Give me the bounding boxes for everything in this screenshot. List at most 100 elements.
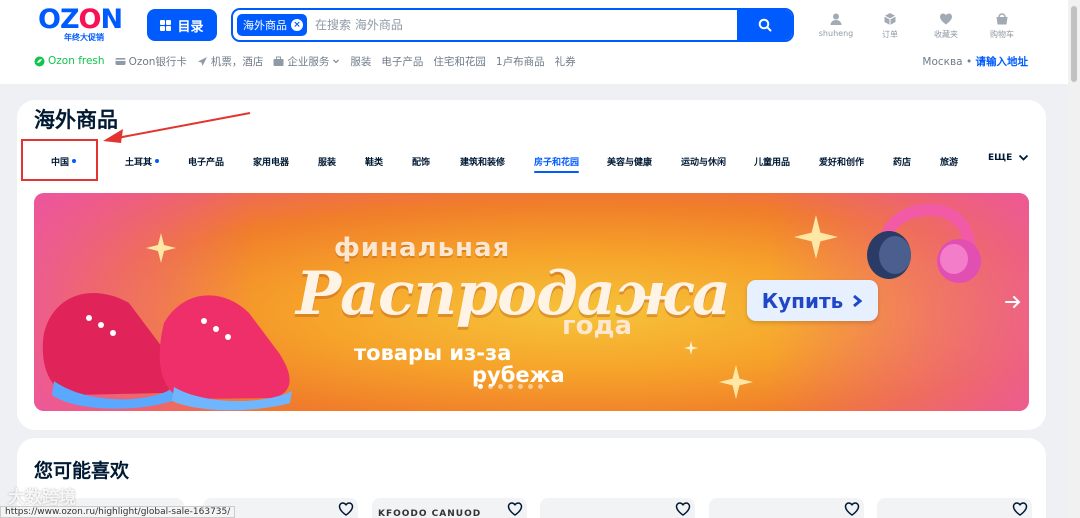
cart-icon <box>996 13 1008 25</box>
buy-button[interactable]: Купить <box>747 280 878 321</box>
subnav-label: 电子产品 <box>381 55 424 68</box>
subnav-home-garden[interactable]: 住宅和花园 <box>433 54 486 69</box>
subnav-ozon-fresh[interactable]: Ozon fresh <box>34 55 105 67</box>
region-city: Москва <box>922 56 963 68</box>
cart-button[interactable]: 购物车 <box>978 12 1026 40</box>
carousel-dots[interactable] <box>478 384 543 389</box>
tab-electronics[interactable]: 电子产品 <box>188 155 224 168</box>
subnav-electronics[interactable]: 电子产品 <box>381 54 423 69</box>
headphones-illustration <box>867 203 981 283</box>
tab-clothing[interactable]: 服装 <box>318 155 336 168</box>
header-actions: shuheng 订单 收藏夹 购物车 <box>812 12 1042 42</box>
plane-icon <box>197 56 207 66</box>
box-icon <box>884 13 896 25</box>
chevron-down-icon <box>333 59 340 64</box>
tab-travel[interactable]: 旅游 <box>940 155 958 168</box>
subnav-label: 住宅和花园 <box>433 55 486 68</box>
subnav-label: 企业服务 <box>287 55 330 68</box>
page-scrollbar[interactable] <box>1068 0 1080 518</box>
sparkle-icon <box>684 341 698 355</box>
subnav-label: Ozon银行卡 <box>128 55 187 68</box>
product-card[interactable]: KFOODO CANUOD <box>372 498 527 518</box>
tab-construction[interactable]: 建筑和装修 <box>460 155 505 168</box>
region-selector: Москва • 请输入地址 <box>922 56 1029 68</box>
tab-home-garden[interactable]: 房子和花园 <box>534 155 580 173</box>
subnav-one-ruble[interactable]: 1卢布商品 <box>496 54 545 69</box>
profile-label: shuheng <box>818 29 854 38</box>
tab-sports[interactable]: 运动与休闲 <box>681 155 726 168</box>
search-scope-chip[interactable]: 海外商品 × <box>237 14 307 36</box>
subnav-ozon-card[interactable]: Ozon银行卡 <box>115 54 187 69</box>
favorites-label: 收藏夹 <box>934 30 958 39</box>
catalog-button-label: 目录 <box>177 19 204 35</box>
tab-home-appliances[interactable]: 家用电器 <box>253 155 289 168</box>
leaf-icon <box>34 56 45 66</box>
close-icon[interactable]: × <box>291 19 303 31</box>
logo-wordmark: OZON <box>38 4 123 35</box>
product-image-text: KFOODO CANUOD <box>378 509 482 518</box>
subnav-travel[interactable]: 机票，酒店 <box>197 54 264 69</box>
subnav-label: 服装 <box>350 55 372 68</box>
heart-icon[interactable] <box>675 501 691 517</box>
orders-label: 订单 <box>882 30 898 39</box>
ozon-logo[interactable]: OZON 年终大促销 <box>38 4 134 43</box>
site-header: OZON 年终大促销 目录 海外商品 × shuheng 订单 收藏夹 <box>0 0 1080 84</box>
heart-icon[interactable] <box>338 501 354 517</box>
grid-icon <box>160 19 172 31</box>
sparkle-icon <box>719 365 753 399</box>
catalog-button[interactable]: 目录 <box>147 9 217 41</box>
product-card[interactable] <box>709 498 864 518</box>
recommendations-title: 您可能喜欢 <box>34 460 130 482</box>
banner-headline: Распродажа <box>296 259 731 329</box>
heart-icon[interactable] <box>1012 501 1028 517</box>
enter-address-link[interactable]: 请输入地址 <box>976 56 1029 68</box>
sparkle-icon <box>794 215 838 259</box>
arrow-right-icon[interactable] <box>1003 292 1023 312</box>
banner-subline-1: товары из-за <box>354 341 512 365</box>
user-icon <box>830 13 842 25</box>
status-bar-url: https://www.ozon.ru/highlight/global-sal… <box>0 506 236 518</box>
subnav-label: 机票，酒店 <box>210 55 264 68</box>
tab-shoes[interactable]: 鞋类 <box>365 155 383 168</box>
sneakers-illustration <box>42 293 292 411</box>
subnav-label: 1卢布商品 <box>495 55 545 68</box>
briefcase-icon <box>273 56 284 66</box>
favorites-button[interactable]: 收藏夹 <box>922 12 970 40</box>
search-scope-label: 海外商品 <box>243 19 287 32</box>
orders-button[interactable]: 订单 <box>866 12 914 40</box>
heart-icon[interactable] <box>844 501 860 517</box>
tab-accessories[interactable]: 配饰 <box>412 155 430 168</box>
tab-indicator-dot <box>155 159 160 163</box>
profile-button[interactable]: shuheng <box>812 12 860 38</box>
annotation-arrow <box>103 112 251 143</box>
tab-more[interactable]: ЕЩЕ <box>988 152 1029 163</box>
chevron-right-icon <box>853 294 863 307</box>
search-icon <box>758 18 771 32</box>
heart-icon[interactable] <box>507 501 523 517</box>
logo-promo-text: 年终大促销 <box>64 33 104 42</box>
subnav-clothing[interactable]: 服装 <box>350 54 371 69</box>
search-input[interactable] <box>307 18 737 32</box>
scrollbar-thumb[interactable] <box>1071 6 1077 82</box>
tab-pharmacy[interactable]: 药店 <box>893 155 911 168</box>
chevron-down-icon <box>1019 154 1029 161</box>
search-bar: 海外商品 × <box>231 8 794 42</box>
cart-label: 购物车 <box>990 30 1014 39</box>
annotation-highlight-box <box>21 139 98 181</box>
tab-hobby[interactable]: 爱好和创作 <box>819 155 864 168</box>
category-tabs: 中国 土耳其 电子产品 家用电器 服装 鞋类 配饰 建筑和装修 房子和花园 美容… <box>34 147 1034 175</box>
tab-kids[interactable]: 儿童用品 <box>754 155 790 168</box>
sparkle-icon <box>146 233 176 263</box>
product-card[interactable] <box>540 498 695 518</box>
banner-line-year: года <box>562 311 632 341</box>
promo-banner[interactable]: финальная Распродажа года товары из-за р… <box>34 193 1029 411</box>
product-card[interactable] <box>877 498 1032 518</box>
heart-icon <box>940 13 952 25</box>
search-button[interactable] <box>737 10 792 40</box>
subnav-label: 礼券 <box>554 55 576 68</box>
subnav-gift-cards[interactable]: 礼券 <box>555 54 576 69</box>
tab-turkey[interactable]: 土耳其 <box>125 155 160 168</box>
tab-beauty-health[interactable]: 美容与健康 <box>607 155 652 168</box>
overseas-goods-section: 海外商品 中国 土耳其 电子产品 家用电器 服装 鞋类 配饰 建筑和装修 房子和… <box>17 100 1046 430</box>
subnav-business[interactable]: 企业服务 <box>273 54 340 69</box>
